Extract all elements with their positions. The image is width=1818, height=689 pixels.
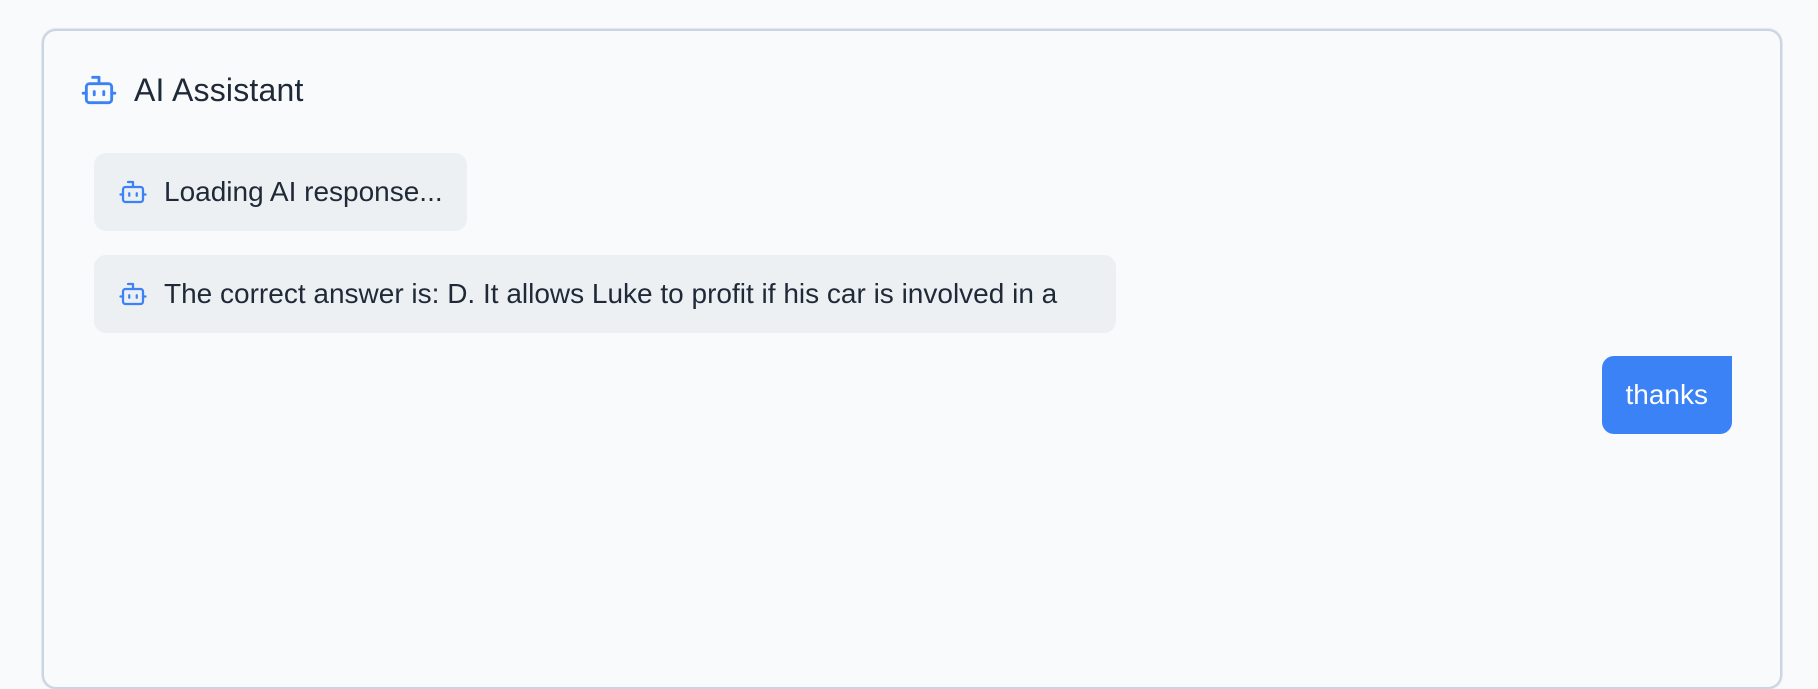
assistant-message: Loading AI response... — [94, 153, 467, 231]
robot-icon — [118, 279, 148, 309]
message-text: thanks — [1625, 379, 1709, 410]
assistant-message: The correct answer is: D. It allows Luke… — [94, 255, 1116, 333]
chat-title: AI Assistant — [134, 71, 304, 108]
user-message: thanks — [1601, 356, 1732, 434]
robot-icon — [80, 71, 118, 109]
message-text: The correct answer is: D. It allows Luke… — [164, 278, 1058, 309]
chat-header: AI Assistant — [80, 71, 304, 109]
robot-icon — [118, 177, 148, 207]
message-text: Loading AI response... — [164, 176, 443, 207]
chat-panel: AI Assistant Loading AI response... The … — [42, 29, 1782, 689]
